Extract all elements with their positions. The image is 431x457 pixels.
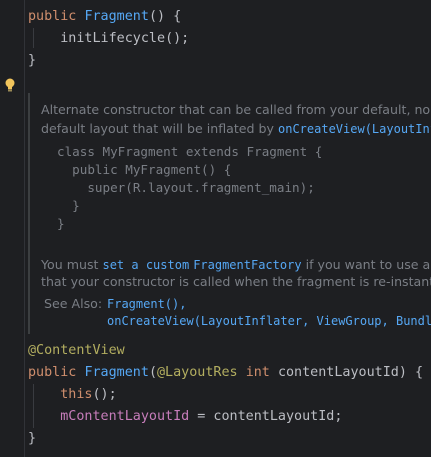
doc-link-set-custom[interactable]: set a custom — [102, 258, 189, 272]
closing-brace: } — [28, 431, 37, 446]
code-text: (); — [92, 387, 117, 402]
method-call: initLifecycle — [60, 31, 166, 46]
code-line-1[interactable]: public Fragment() { — [28, 6, 181, 28]
code-line-3[interactable]: } — [28, 50, 36, 72]
doc-text: if you want to use a — [301, 257, 431, 272]
lightbulb-icon[interactable] — [4, 78, 16, 92]
code-line-7[interactable]: } — [28, 428, 36, 450]
doc-code-line: class MyFragment extends Fragment { — [57, 144, 323, 159]
method-name: Fragment — [84, 365, 149, 380]
doc-text: default layout that will be inflated by — [41, 121, 278, 136]
field-name: mContentLayoutId — [60, 409, 190, 424]
doc-left-bar — [28, 93, 30, 334]
doc-paragraph-line: You must set a custom FragmentFactory if… — [41, 256, 431, 274]
keyword-public: public — [28, 9, 77, 24]
keyword-int: int — [245, 365, 270, 380]
doc-link-oncreateview[interactable]: onCreateView(LayoutInfl — [278, 122, 431, 136]
doc-code-line: super(R.layout.fragment_main); — [57, 180, 315, 195]
doc-text: You must — [41, 257, 103, 272]
doc-code-line: } — [57, 198, 80, 213]
closing-brace: } — [28, 53, 37, 68]
annotation-contentview: @ContentView — [28, 343, 125, 358]
code-text: (); — [165, 31, 190, 46]
keyword-public: public — [28, 365, 77, 380]
doc-paragraph-line: default layout that will be inflated by … — [41, 120, 431, 138]
code-text: = contentLayoutId; — [189, 409, 343, 424]
doc-code-line: public MyFragment() { — [57, 162, 232, 177]
doc-code-line: } — [57, 216, 65, 231]
annotation-layoutres: @LayoutRes — [157, 365, 238, 380]
code-line-annotation[interactable]: @ContentView — [28, 340, 125, 362]
method-name: Fragment — [84, 9, 149, 24]
doc-link-fragmentfactory[interactable]: FragmentFactory — [193, 258, 301, 272]
code-line-5[interactable]: this(); — [28, 384, 117, 406]
parameter-name: contentLayoutId — [277, 365, 399, 380]
doc-paragraph-line: that your constructor is called when the… — [41, 274, 431, 289]
keyword-this: this — [60, 387, 93, 402]
doc-paragraph-line: Alternate constructor that can be called… — [41, 102, 431, 117]
see-also-label: See Also: — [44, 296, 103, 311]
code-editor[interactable]: public Fragment() { initLifecycle(); } A… — [0, 0, 431, 457]
see-also-link-oncreateview[interactable]: onCreateView(LayoutInflater, ViewGroup, … — [107, 313, 431, 330]
see-also-link-fragment[interactable]: Fragment(), — [107, 296, 186, 313]
code-line-2[interactable]: initLifecycle(); — [28, 28, 189, 50]
gutter-border — [24, 0, 25, 457]
code-line-4[interactable]: public Fragment(@LayoutRes int contentLa… — [28, 362, 423, 384]
javadoc-popup: Alternate constructor that can be called… — [28, 93, 431, 334]
code-text: ( — [148, 365, 157, 380]
code-line-6[interactable]: mContentLayoutId = contentLayoutId; — [28, 406, 342, 428]
code-text: () { — [148, 9, 182, 24]
code-text: ) { — [398, 365, 424, 380]
